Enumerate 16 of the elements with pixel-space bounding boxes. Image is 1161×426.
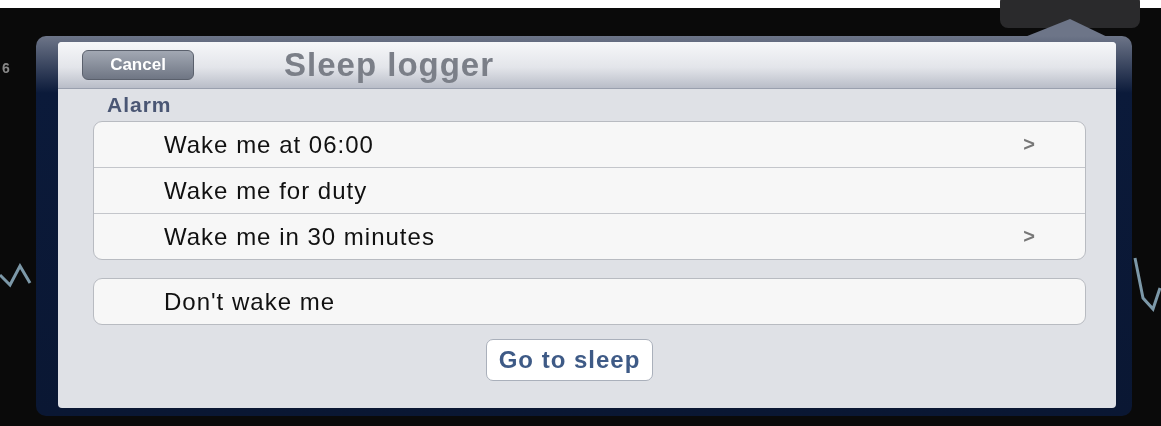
option-label: Wake me for duty [164,176,368,205]
option-label: Wake me at 06:00 [164,130,374,159]
popover-title: Sleep logger [284,46,495,84]
section-header: Alarm [107,93,173,117]
option-row[interactable]: Wake me in 30 minutes > [94,213,1085,259]
wave-drawing [0,263,32,289]
axis-label: 6 [2,60,10,76]
option-row[interactable]: Wake me at 06:00 > [94,122,1085,167]
go-to-sleep-button[interactable]: Go to sleep [485,339,654,381]
option-row[interactable]: Wake me for duty [94,167,1085,213]
option-row[interactable]: Don't wake me [94,279,1085,324]
disclosure-chevron: > [1023,133,1035,156]
option-label: Don't wake me [164,287,335,316]
disclosure-chevron: > [1023,225,1035,248]
option-label: Wake me in 30 minutes [164,222,435,251]
wave-drawing [1133,256,1161,312]
